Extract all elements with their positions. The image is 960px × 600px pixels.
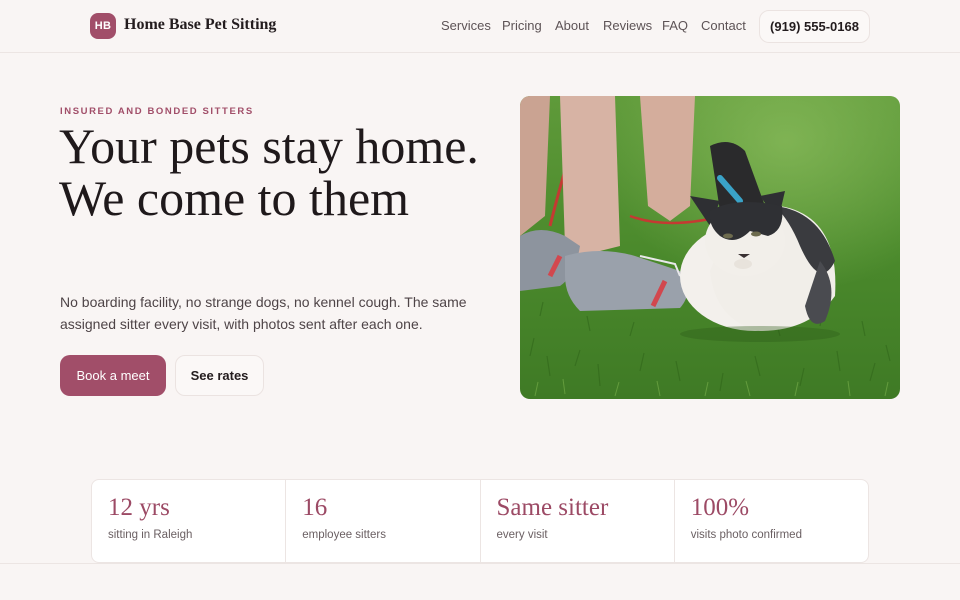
stat-value: 100% (690, 494, 750, 521)
stat-same-sitter: Same sitter every visit (481, 480, 675, 562)
hero-eyebrow: INSURED AND BONDED SITTERS (60, 106, 254, 117)
stat-value: 16 (302, 494, 328, 521)
book-meet-button[interactable]: Book a meet (60, 355, 166, 396)
stat-label: visits photo confirmed (690, 529, 802, 541)
hero-lead: No boarding facility, no strange dogs, n… (60, 294, 467, 332)
nav-link-contact[interactable]: Contact (701, 18, 746, 33)
stat-value: Same sitter (496, 494, 609, 521)
stat-label: every visit (496, 529, 548, 541)
hero-photo (520, 96, 900, 399)
phone-button[interactable]: (919) 555-0168 (759, 10, 870, 43)
nav-link-reviews[interactable]: Reviews (603, 18, 652, 33)
cat-on-grass-image (520, 96, 900, 399)
nav-link-services[interactable]: Services (441, 18, 491, 33)
hero-headline: Your pets stay home. We come to them (59, 118, 479, 226)
nav-link-faq[interactable]: FAQ (662, 18, 688, 33)
nav-link-pricing[interactable]: Pricing (502, 18, 542, 33)
stat-years: 12 yrs sitting in Raleigh (92, 480, 287, 562)
site-header: HB Home Base Pet Sitting Services Pricin… (0, 0, 960, 53)
stat-sitters: 16 employee sitters (286, 480, 481, 562)
stat-value: 12 yrs (108, 494, 170, 521)
stat-photo-confirmed: 100% visits photo confirmed (675, 480, 868, 562)
stats-bar: 12 yrs sitting in Raleigh 16 employee si… (91, 479, 869, 563)
section-divider (0, 563, 960, 564)
stat-label: sitting in Raleigh (108, 529, 193, 541)
nav-link-about[interactable]: About (555, 18, 589, 33)
stat-label: employee sitters (302, 529, 386, 541)
see-rates-button[interactable]: See rates (175, 355, 264, 396)
